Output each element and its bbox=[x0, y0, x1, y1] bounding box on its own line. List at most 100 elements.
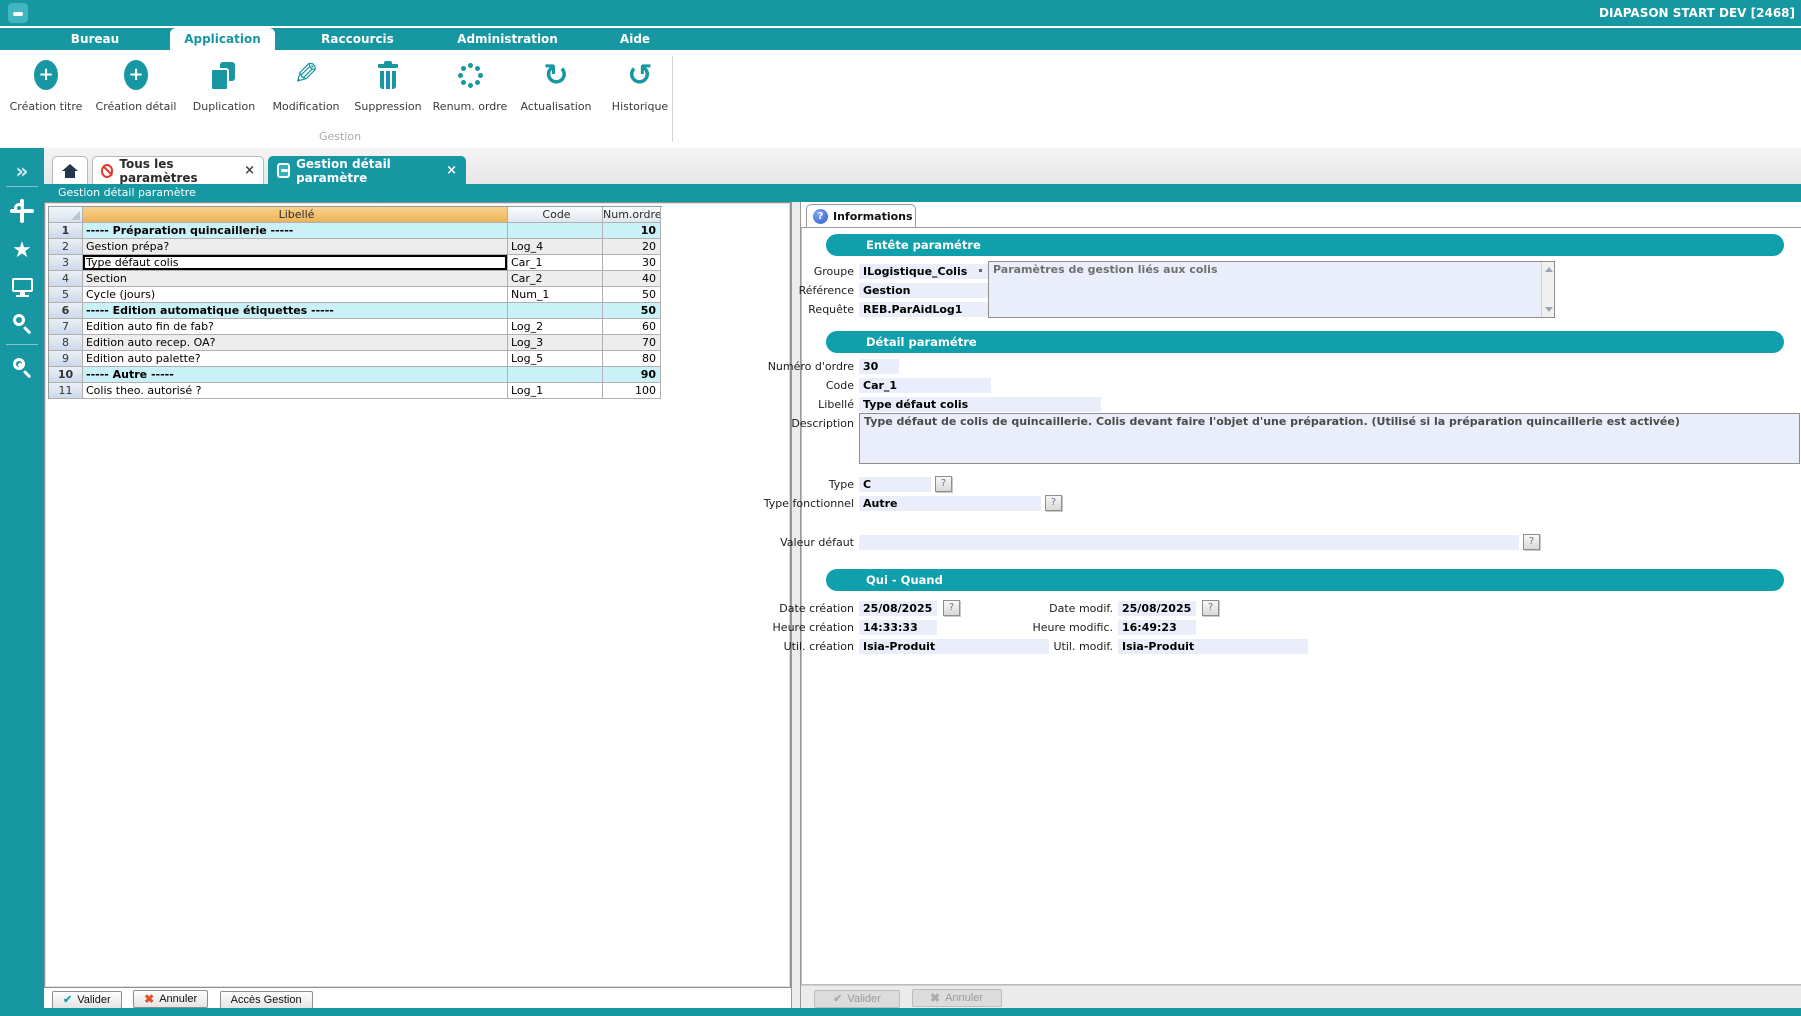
type-field[interactable]: C bbox=[859, 477, 931, 492]
code-field[interactable]: Car_1 bbox=[859, 378, 991, 393]
table-row[interactable]: 11Colis theo. autorisé ?Log_1100 bbox=[49, 383, 662, 399]
toolbar-suppression[interactable]: Suppression bbox=[344, 58, 432, 136]
row-number-cell[interactable]: 6 bbox=[49, 303, 83, 319]
libelle-cell[interactable]: Edition auto palette? bbox=[83, 351, 508, 367]
type-fonctionnel-field[interactable]: Autre bbox=[859, 496, 1041, 511]
row-number-cell[interactable]: 11 bbox=[49, 383, 83, 399]
corner-cell[interactable] bbox=[49, 207, 83, 223]
table-row[interactable]: 3Type défaut colisCar_130 bbox=[49, 255, 662, 271]
row-number-cell[interactable]: 8 bbox=[49, 335, 83, 351]
scroll-up-icon[interactable] bbox=[1545, 267, 1553, 272]
groupe-comment-box[interactable]: Paramètres de gestion liés aux colis bbox=[988, 261, 1555, 318]
row-number-cell[interactable]: 3 bbox=[49, 255, 83, 271]
date-modif-field[interactable]: 25/08/2025 bbox=[1118, 601, 1196, 616]
code-cell[interactable] bbox=[508, 303, 603, 319]
description-box[interactable]: Type défaut de colis de quincaillerie. C… bbox=[859, 413, 1800, 464]
libelle-cell[interactable]: ----- Autre ----- bbox=[83, 367, 508, 383]
menu-bureau[interactable]: Bureau bbox=[55, 28, 135, 50]
code-cell[interactable]: Log_3 bbox=[508, 335, 603, 351]
numero-ordre-field[interactable]: 30 bbox=[859, 359, 899, 374]
menu-raccourcis[interactable]: Raccourcis bbox=[310, 28, 405, 50]
numordre-cell[interactable]: 30 bbox=[603, 255, 661, 271]
toolbar-renum-ordre[interactable]: Renum. ordre bbox=[426, 58, 514, 136]
libelle-cell[interactable]: Gestion prépa? bbox=[83, 239, 508, 255]
libelle-cell[interactable]: Section bbox=[83, 271, 508, 287]
reference-field[interactable]: Gestion bbox=[859, 283, 991, 298]
row-number-cell[interactable]: 7 bbox=[49, 319, 83, 335]
close-icon[interactable]: × bbox=[244, 163, 255, 178]
acces-gestion-button[interactable]: Accès Gestion bbox=[220, 991, 313, 1009]
row-number-cell[interactable]: 5 bbox=[49, 287, 83, 303]
table-row[interactable]: 1----- Préparation quincaillerie ----- 10 bbox=[49, 223, 662, 239]
numordre-cell[interactable]: 70 bbox=[603, 335, 661, 351]
toolbar-actualisation[interactable]: Actualisation bbox=[512, 58, 600, 136]
sidebar-item-settings[interactable] bbox=[0, 200, 44, 230]
menu-administration[interactable]: Administration bbox=[450, 28, 565, 50]
tab-informations[interactable]: Informations bbox=[806, 204, 916, 227]
toolbar-modification[interactable]: Modification bbox=[262, 58, 350, 136]
menu-aide[interactable]: Aide bbox=[605, 28, 665, 50]
sidebar-expand-button[interactable]: » bbox=[0, 158, 44, 188]
heure-modif-field[interactable]: 16:49:23 bbox=[1118, 620, 1196, 635]
code-cell[interactable]: Car_2 bbox=[508, 271, 603, 287]
code-cell[interactable]: Log_1 bbox=[508, 383, 603, 399]
row-number-cell[interactable]: 1 bbox=[49, 223, 83, 239]
numordre-cell[interactable]: 90 bbox=[603, 367, 661, 383]
libelle-field[interactable]: Type défaut colis bbox=[859, 397, 1101, 412]
numordre-cell[interactable]: 10 bbox=[603, 223, 661, 239]
libelle-cell[interactable]: ----- Préparation quincaillerie ----- bbox=[83, 223, 508, 239]
tab-gestion-detail-parametre[interactable]: Gestion détail paramètre × bbox=[268, 156, 466, 184]
valider-button[interactable]: ✔ Valider bbox=[52, 991, 122, 1009]
type-help-button[interactable] bbox=[935, 476, 952, 492]
libelle-cell[interactable]: Cycle (jours) bbox=[83, 287, 508, 303]
toolbar-duplication[interactable]: Duplication bbox=[180, 58, 268, 136]
table-row[interactable]: 6----- Edition automatique étiquettes --… bbox=[49, 303, 662, 319]
requete-field[interactable]: REB.ParAidLog1 bbox=[859, 302, 991, 317]
libelle-cell[interactable]: Type défaut colis bbox=[83, 255, 508, 271]
sidebar-item-search-locate[interactable] bbox=[0, 356, 44, 386]
sidebar-item-favorites[interactable] bbox=[0, 238, 44, 268]
row-number-cell[interactable]: 10 bbox=[49, 367, 83, 383]
libelle-cell[interactable]: ----- Edition automatique étiquettes ---… bbox=[83, 303, 508, 319]
row-number-cell[interactable]: 9 bbox=[49, 351, 83, 367]
row-number-cell[interactable]: 2 bbox=[49, 239, 83, 255]
table-row[interactable]: 8Edition auto recep. OA?Log_370 bbox=[49, 335, 662, 351]
util-modif-field[interactable]: Isia-Produit bbox=[1118, 639, 1308, 654]
scroll-down-icon[interactable] bbox=[1545, 307, 1553, 312]
valider-button-disabled[interactable]: ✔ Valider bbox=[814, 990, 900, 1008]
tab-tous-les-parametres[interactable]: Tous les paramètres × bbox=[92, 156, 264, 184]
table-row[interactable]: 4SectionCar_240 bbox=[49, 271, 662, 287]
tab-home[interactable] bbox=[52, 156, 88, 184]
toolbar-historique[interactable]: Historique bbox=[596, 58, 684, 136]
numordre-cell[interactable]: 50 bbox=[603, 287, 661, 303]
numordre-cell[interactable]: 80 bbox=[603, 351, 661, 367]
code-cell[interactable]: Num_1 bbox=[508, 287, 603, 303]
libelle-cell[interactable]: Colis theo. autorisé ? bbox=[83, 383, 508, 399]
numordre-cell[interactable]: 20 bbox=[603, 239, 661, 255]
table-row[interactable]: 10----- Autre ----- 90 bbox=[49, 367, 662, 383]
date-modif-help-button[interactable] bbox=[1202, 600, 1219, 616]
scrollbar[interactable] bbox=[1541, 262, 1554, 317]
heure-creation-field[interactable]: 14:33:33 bbox=[859, 620, 937, 635]
column-header-numordre[interactable]: Num.ordre bbox=[603, 207, 661, 223]
code-cell[interactable]: Log_4 bbox=[508, 239, 603, 255]
column-header-libelle[interactable]: Libellé bbox=[83, 207, 508, 223]
valeur-defaut-help-button[interactable] bbox=[1523, 534, 1540, 550]
code-cell[interactable] bbox=[508, 367, 603, 383]
numordre-cell[interactable]: 60 bbox=[603, 319, 661, 335]
close-icon[interactable]: × bbox=[446, 163, 457, 178]
table-row[interactable]: 5Cycle (jours)Num_150 bbox=[49, 287, 662, 303]
sidebar-item-search[interactable] bbox=[0, 312, 44, 342]
code-cell[interactable]: Log_2 bbox=[508, 319, 603, 335]
table-row[interactable]: 9Edition auto palette?Log_580 bbox=[49, 351, 662, 367]
numordre-cell[interactable]: 100 bbox=[603, 383, 661, 399]
libelle-cell[interactable]: Edition auto recep. OA? bbox=[83, 335, 508, 351]
valeur-defaut-field[interactable] bbox=[859, 535, 1519, 550]
toolbar-creation-detail[interactable]: Création détail bbox=[92, 58, 180, 136]
groupe-field[interactable]: ILogistique_Colis bbox=[859, 264, 991, 279]
table-row[interactable]: 2Gestion prépa?Log_420 bbox=[49, 239, 662, 255]
numordre-cell[interactable]: 40 bbox=[603, 271, 661, 287]
date-creation-help-button[interactable] bbox=[943, 600, 960, 616]
code-cell[interactable]: Car_1 bbox=[508, 255, 603, 271]
date-creation-field[interactable]: 25/08/2025 bbox=[859, 601, 937, 616]
